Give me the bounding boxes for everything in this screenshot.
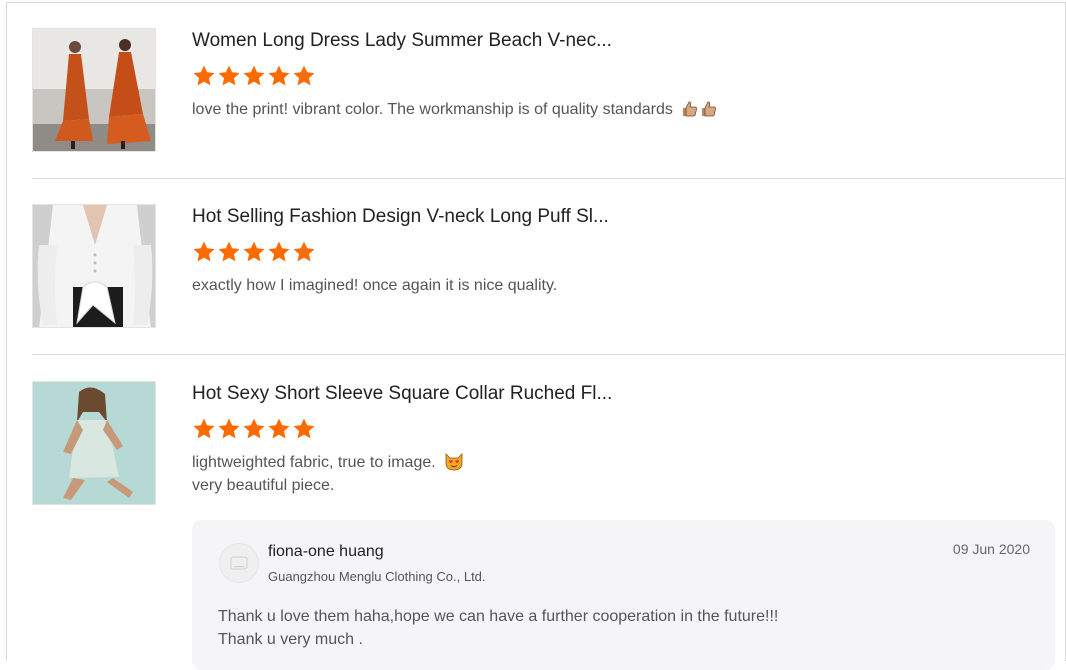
seller-company: Guangzhou Menglu Clothing Co., Ltd. [268,569,486,584]
star-rating [192,240,316,264]
review-item: Hot Sexy Short Sleeve Square Collar Ruch… [32,381,1066,521]
star-icon [293,241,315,262]
thumbs-up-icon [683,101,698,117]
reply-text-line: Thank u very much . [218,631,363,648]
star-icon [218,65,240,86]
review-comment-line: exactly how I imagined! once again it is… [192,277,558,294]
product-title[interactable]: Women Long Dress Lady Summer Beach V-nec… [192,30,612,52]
product-thumbnail[interactable] [32,204,156,328]
star-icon [293,418,315,439]
star-icon [193,418,215,439]
star-icon [243,241,265,262]
review-comment-line: lightweighted fabric, true to image. [192,454,436,471]
star-icon [218,418,240,439]
review-item: Hot Selling Fashion Design V-neck Long P… [32,204,1066,334]
review-item: Women Long Dress Lady Summer Beach V-nec… [32,28,1066,158]
review-comment-line: love the print! vibrant color. The workm… [192,101,673,118]
star-rating [192,64,316,88]
star-icon [268,65,290,86]
review-comment: love the print! vibrant color. The workm… [192,98,718,121]
product-thumbnail[interactable] [32,381,156,505]
review-comment: exactly how I imagined! once again it is… [192,274,557,297]
heart-eyes-cat-icon [445,453,463,471]
star-icon [193,241,215,262]
star-icon [293,65,315,86]
review-comment-line: very beautiful piece. [192,477,335,494]
star-rating [192,417,316,441]
star-icon [193,65,215,86]
reply-text: Thank u love them haha,hope we can have … [218,605,778,651]
star-icon [243,418,265,439]
reply-text-line: Thank u love them haha,hope we can have … [218,608,779,625]
star-icon [268,418,290,439]
product-thumbnail[interactable] [32,28,156,152]
star-icon [268,241,290,262]
review-divider [32,178,1066,179]
product-title[interactable]: Hot Selling Fashion Design V-neck Long P… [192,206,609,228]
thumbs-up-icon [702,101,717,117]
seller-name: fiona-one huang [268,543,384,560]
seller-reply: fiona-one huang Guangzhou Menglu Clothin… [192,520,1055,670]
product-title[interactable]: Hot Sexy Short Sleeve Square Collar Ruch… [192,383,612,405]
avatar [219,543,259,583]
review-comment: lightweighted fabric, true to image. ver… [192,451,464,497]
review-divider [32,354,1066,355]
reply-date: 09 Jun 2020 [952,541,1030,557]
star-icon [218,241,240,262]
store-logo-icon [230,556,248,570]
star-icon [243,65,265,86]
